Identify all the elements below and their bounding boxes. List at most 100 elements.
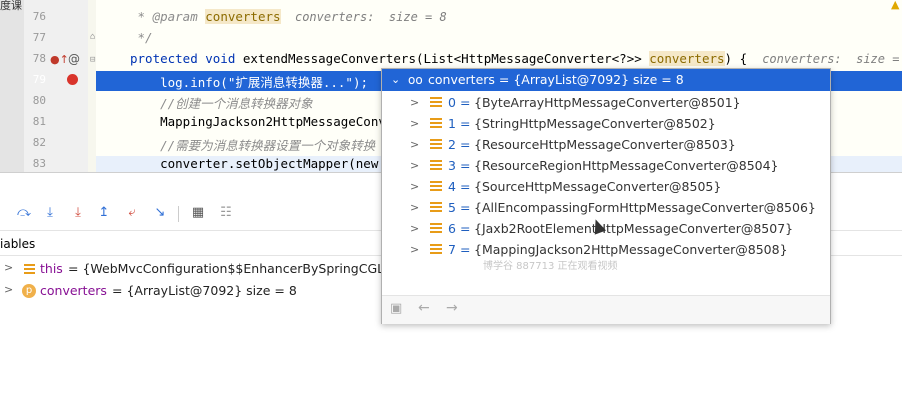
popup-list-item[interactable]: >4 = {SourceHttpMessageConverter@8505} — [382, 176, 830, 197]
line-number: 82 — [32, 136, 46, 149]
code-line[interactable]: protected void extendMessageConverters(L… — [130, 51, 902, 66]
code-token: protected void — [130, 51, 243, 66]
collapse-chevron-icon[interactable]: ⌄ — [391, 69, 400, 91]
line-number: 78 — [32, 52, 46, 65]
popup-list-item[interactable]: >6 = {Jaxb2RootElementHttpMessageConverter… — [382, 218, 830, 239]
item-equals: = — [460, 200, 471, 215]
item-index: 4 — [448, 179, 456, 194]
item-equals: = — [460, 116, 471, 131]
field-icon — [430, 244, 442, 255]
item-index: 0 — [448, 95, 456, 110]
item-index: 2 — [448, 137, 456, 152]
variable-value: = {WebMvcConfiguration$$EnhancerBySpring… — [68, 261, 397, 276]
field-icon — [430, 202, 442, 213]
step-into-icon[interactable]: ⤓ — [70, 205, 86, 221]
line-number: 80 — [32, 94, 46, 107]
expand-chevron-icon[interactable]: > — [410, 218, 419, 239]
line-number: 81 — [32, 115, 46, 128]
breakpoint-icon[interactable] — [67, 74, 78, 85]
popup-title: converters = {ArrayList@7092} size = 8 — [428, 72, 684, 87]
run-to-cursor-icon[interactable]: ↘ — [152, 205, 168, 221]
popup-footer: ▣ ← → — [382, 295, 830, 324]
field-icon — [430, 181, 442, 192]
popup-list-item[interactable]: >2 = {ResourceHttpMessageConverter@8503} — [382, 134, 830, 155]
override-up-icon[interactable]: ●↑ — [50, 53, 69, 66]
code-line[interactable]: converter.setObjectMapper(new Ja — [130, 156, 401, 171]
line-number: 83 — [32, 157, 46, 170]
inline-value-popup[interactable]: ⌄ oo converters = {ArrayList@7092} size … — [381, 68, 831, 324]
field-icon — [430, 139, 442, 150]
field-icon — [430, 160, 442, 171]
item-index: 5 — [448, 200, 456, 215]
expand-chevron-icon[interactable]: > — [410, 239, 419, 260]
item-value: {Jaxb2RootElementHttpMessageConverter@85… — [474, 221, 794, 236]
line-number: 77 — [32, 31, 46, 44]
gutter-separator — [88, 0, 96, 172]
code-token: ) { — [724, 51, 763, 66]
item-value: {ResourceHttpMessageConverter@8503} — [474, 137, 736, 152]
parameter-icon: p — [22, 284, 36, 298]
expand-chevron-icon[interactable]: > — [410, 176, 419, 197]
watch-glasses-icon: oo — [408, 73, 423, 87]
fold-icon-2[interactable]: ⊟ — [90, 55, 95, 65]
tool-strip-label: 度课 — [0, 0, 22, 12]
annotation-at-icon[interactable]: @ — [68, 52, 80, 66]
popup-header[interactable]: ⌄ oo converters = {ArrayList@7092} size … — [382, 69, 830, 91]
field-icon — [430, 97, 442, 108]
popup-list-item[interactable]: >3 = {ResourceRegionHttpMessageConverter@8… — [382, 155, 830, 176]
left-tool-strip: 度课 — [0, 0, 24, 172]
item-equals: = — [460, 179, 471, 194]
expand-chevron-icon[interactable]: > — [4, 261, 13, 274]
field-icon — [430, 118, 442, 129]
warning-icon[interactable]: ▲ — [891, 0, 899, 11]
variables-header: iables — [0, 237, 36, 251]
popup-list-item[interactable]: >0 = {ByteArrayHttpMessageConverter@8501} — [382, 92, 830, 113]
line-number: 76 — [32, 10, 46, 23]
expand-chevron-icon[interactable]: > — [410, 134, 419, 155]
variable-name: this — [40, 261, 63, 276]
code-line[interactable]: * @param converters converters: size = 8 — [130, 9, 447, 24]
item-value: {SourceHttpMessageConverter@8505} — [474, 179, 722, 194]
variable-name: converters — [40, 283, 107, 298]
code-token: converters: size = 8 — [280, 10, 447, 24]
field-icon — [430, 223, 442, 234]
trace-icon[interactable]: ☷ — [218, 205, 234, 221]
field-icon — [24, 264, 35, 274]
popup-list-item[interactable]: >1 = {StringHttpMessageConverter@8502} — [382, 113, 830, 134]
step-over-icon[interactable]: ⤓ — [42, 205, 58, 221]
item-equals: = — [460, 137, 471, 152]
code-token: //创建一个消息转换器对象 — [130, 96, 313, 111]
code-line[interactable]: //需要为消息转换器设置一个对象转换 — [130, 135, 375, 154]
drop-frame-icon[interactable]: ⤶ — [124, 205, 140, 221]
show-execution-point-icon[interactable]: ⤼ — [16, 205, 32, 221]
forward-arrow-icon[interactable]: → — [446, 300, 458, 316]
toolbar-separator — [178, 206, 179, 222]
code-line[interactable]: //创建一个消息转换器对象 — [130, 93, 313, 112]
item-index: 6 — [448, 221, 456, 236]
line-number: 79 — [32, 73, 46, 86]
expand-chevron-icon[interactable]: > — [410, 197, 419, 218]
popup-list-item[interactable]: >5 = {AllEncompassingFormHttpMessageConver… — [382, 197, 830, 218]
code-token: extendMessageConverters(List<HttpMessage… — [242, 51, 650, 66]
item-index: 7 — [448, 242, 456, 257]
expand-chevron-icon[interactable]: > — [410, 92, 419, 113]
item-value: {ByteArrayHttpMessageConverter@8501} — [474, 95, 741, 110]
item-equals: = — [460, 221, 471, 236]
code-line[interactable]: MappingJackson2HttpMessageConver — [130, 114, 401, 129]
item-equals: = — [460, 158, 471, 173]
pin-icon[interactable]: ▣ — [390, 301, 402, 316]
code-line[interactable]: log.info("扩展消息转换器..."); — [130, 72, 368, 91]
code-token: converters — [649, 51, 725, 66]
back-arrow-icon[interactable]: ← — [418, 300, 430, 316]
code-line[interactable]: */ — [130, 30, 153, 45]
expand-chevron-icon[interactable]: > — [4, 283, 13, 296]
code-token: @param — [152, 9, 198, 24]
fold-icon[interactable]: ⌂ — [90, 32, 95, 42]
expand-chevron-icon[interactable]: > — [410, 113, 419, 134]
code-token: MappingJackson2HttpMessageConver — [130, 114, 401, 129]
force-step-into-icon[interactable]: ↥ — [96, 205, 112, 221]
expand-chevron-icon[interactable]: > — [410, 155, 419, 176]
evaluate-expression-icon[interactable]: ▦ — [190, 205, 206, 221]
watermark: 博学谷 887713 正在观看视频 — [483, 261, 618, 272]
code-token: log.info("扩展消息转换器..."); — [130, 75, 369, 90]
